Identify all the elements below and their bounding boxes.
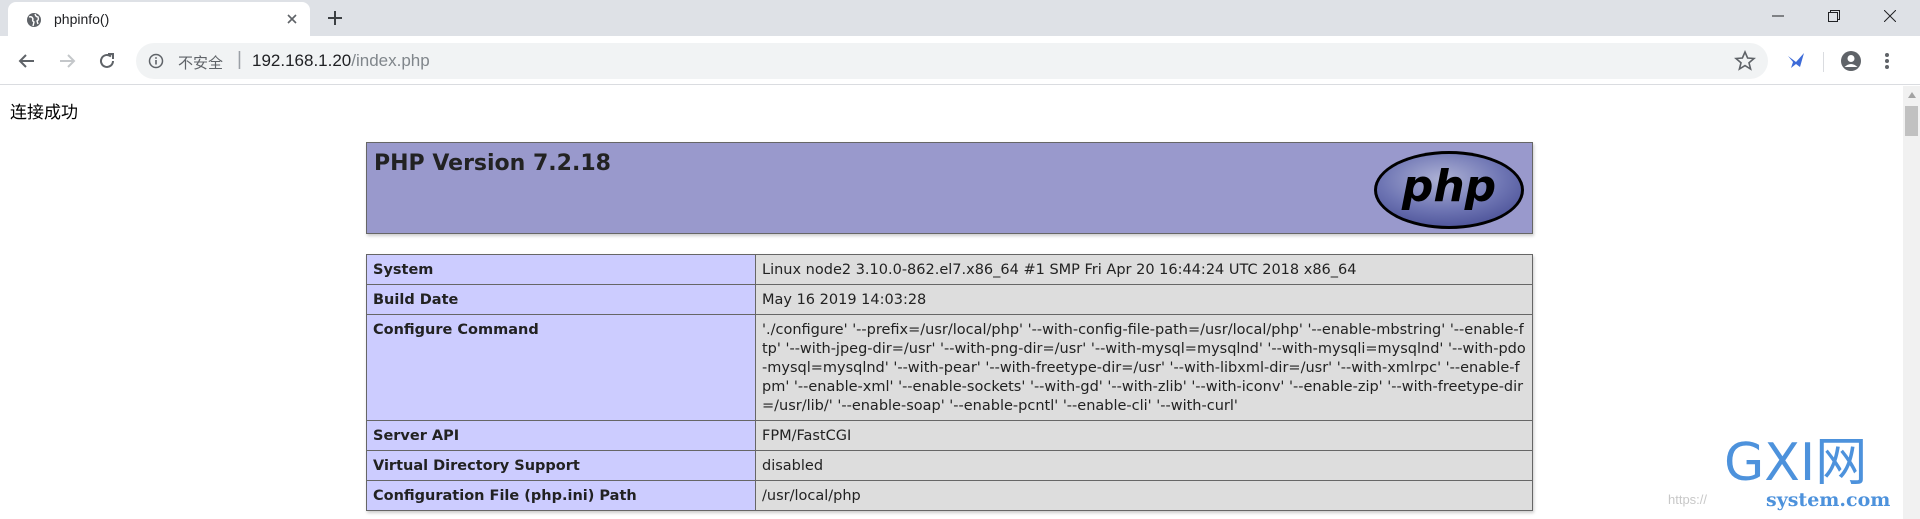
arrow-right-icon [60,54,76,68]
address-bar[interactable]: 不安全 | 192.168.1.20/index.php [136,43,1768,79]
phpinfo-container: PHP Version 7.2.18 php System Linux node2… [366,142,1533,511]
not-secure-label[interactable]: 不安全 [178,52,223,73]
reload-icon [100,53,114,68]
forward-button[interactable] [54,48,80,74]
tab-phpinfo[interactable]: phpinfo() [8,2,310,36]
php-version-title: PHP Version 7.2.18 [374,151,611,176]
globe-icon [27,13,41,27]
arrow-left-icon [18,54,34,68]
info-label: System [366,254,756,285]
info-row: Virtual Directory Support disabled [366,450,1533,481]
watermark-domain: system.com [1766,489,1890,511]
gxi-watermark-logo: GXI网 system.com [1724,433,1890,511]
info-value: May 16 2019 14:03:28 [755,284,1533,315]
restore-button[interactable] [1806,0,1862,32]
close-window-button[interactable] [1862,0,1918,32]
info-label: Configuration File (php.ini) Path [366,480,756,511]
page-viewport: 连接成功 PHP Version 7.2.18 php System Linux … [0,86,1903,519]
back-button[interactable] [14,48,40,74]
close-icon [1884,10,1896,22]
scroll-thumb[interactable] [1905,106,1918,136]
info-label: Configure Command [366,314,756,421]
info-label: Server API [366,420,756,451]
url-path: /index.php [351,51,430,70]
info-icon[interactable] [148,53,164,69]
new-tab-plus-icon[interactable] [325,8,345,28]
php-logo-text: php [1401,161,1496,212]
browser-toolbar: 不安全 | 192.168.1.20/index.php [0,36,1920,85]
info-value: './configure' '--prefix=/usr/local/php' … [755,314,1533,421]
info-row: Configuration File (php.ini) Path/usr/lo… [366,480,1533,511]
tab-title: phpinfo() [54,11,110,27]
watermark-brand: GXI网 [1724,433,1867,493]
info-value: disabled [755,450,1533,481]
kebab-menu-icon[interactable] [1882,50,1892,72]
info-value: Linux node2 3.10.0-862.el7.x86_64 #1 SMP… [755,254,1533,285]
bookmark-star-icon[interactable] [1734,50,1756,72]
toolbar-divider [1823,52,1824,72]
php-version-header: PHP Version 7.2.18 php [366,142,1533,234]
vertical-scrollbar[interactable] [1903,86,1920,519]
close-tab-icon[interactable] [284,11,300,27]
php-info-table: System Linux node2 3.10.0-862.el7.x86_64 … [366,254,1533,511]
connection-status-text: 连接成功 [10,103,78,123]
minimize-icon [1772,15,1784,17]
profile-avatar-icon[interactable] [1840,50,1862,72]
restore-icon [1828,10,1840,22]
tab-strip: phpinfo() [0,0,1920,36]
minimize-button[interactable] [1750,0,1806,32]
scroll-up-button[interactable] [1903,86,1920,103]
info-row: Configure Command './configure' '--prefix… [366,314,1533,421]
watermark-url-fragment: https:// [1668,492,1708,507]
url-host: 192.168.1.20 [252,51,352,70]
info-value: FPM/FastCGI [755,420,1533,451]
url-text[interactable]: 192.168.1.20/index.php [252,51,430,71]
info-row: System Linux node2 3.10.0-862.el7.x86_64 … [366,254,1533,285]
info-value: /usr/local/php [755,480,1533,511]
info-label: Build Date [366,284,756,315]
url-separator: | [237,49,242,70]
extension-bird-icon[interactable] [1785,50,1807,72]
php-logo[interactable]: php [1372,149,1526,231]
info-label: Virtual Directory Support [366,450,756,481]
info-row: Build Date May 16 2019 14:03:28 [366,284,1533,315]
info-row: Server API FPM/FastCGI [366,420,1533,451]
caret-up-icon [1907,91,1916,98]
reload-button[interactable] [94,48,120,74]
